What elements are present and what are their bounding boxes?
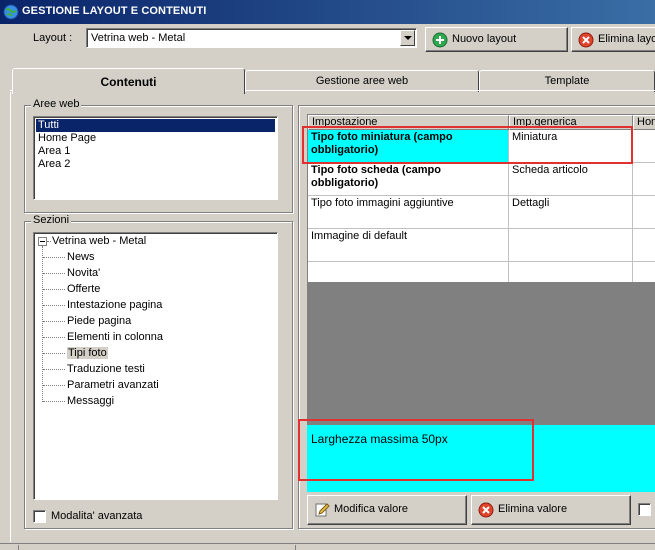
- setting-value-cell[interactable]: Dettagli: [509, 196, 633, 229]
- tree-item-label: Intestazione pagina: [67, 299, 163, 311]
- delete-value-label: Elimina valore: [498, 503, 568, 515]
- list-item[interactable]: Area 1: [36, 145, 70, 158]
- aree-web-list[interactable]: Tutti Home Page Area 1 Area 2: [33, 116, 278, 200]
- column-header[interactable]: Hom: [633, 115, 655, 130]
- delete-circle-icon: [478, 502, 494, 518]
- new-layout-button[interactable]: Nuovo layout: [425, 27, 568, 52]
- list-item[interactable]: Home Page: [36, 132, 96, 145]
- app-globe-icon: [3, 4, 19, 20]
- tree-item-traduzione-testi[interactable]: Traduzione testi: [67, 361, 145, 377]
- tab-contenuti[interactable]: Contenuti: [12, 68, 245, 94]
- extra-checkbox[interactable]: [638, 503, 651, 516]
- setting-name-cell[interactable]: Tipo foto immagini aggiuntive: [308, 196, 509, 229]
- sezioni-tree[interactable]: Vetrina web - Metal News Novita' Offerte…: [33, 232, 278, 500]
- status-bar: [0, 543, 655, 550]
- row-highlight-box: [302, 126, 633, 164]
- tree-root-label: Vetrina web - Metal: [52, 235, 147, 247]
- setting-home-cell[interactable]: [633, 229, 655, 262]
- edit-value-label: Modifica valore: [334, 503, 408, 515]
- tab-template-label: Template: [544, 75, 590, 87]
- tree-item-messaggi[interactable]: Messaggi: [67, 393, 114, 409]
- sezioni-label: Sezioni: [31, 214, 72, 226]
- chevron-down-icon[interactable]: [400, 30, 415, 46]
- tree-item-novita[interactable]: Novita': [67, 265, 100, 281]
- title-bar: GESTIONE LAYOUT E CONTENUTI: [0, 0, 655, 24]
- tree-item-label: News: [67, 251, 95, 263]
- setting-home-cell[interactable]: [633, 196, 655, 229]
- tree-item-label: Piede pagina: [67, 315, 132, 327]
- delete-value-button[interactable]: Elimina valore: [471, 495, 631, 525]
- tree-item-label: Messaggi: [67, 395, 115, 407]
- plus-circle-icon: [432, 32, 448, 47]
- tree-item-parametri-avanzati[interactable]: Parametri avanzati: [67, 377, 159, 393]
- tree-root[interactable]: Vetrina web - Metal: [52, 233, 146, 249]
- tab-gestione-aree-web[interactable]: Gestione aree web: [245, 70, 479, 92]
- advanced-mode-label: Modalita' avanzata: [51, 510, 143, 522]
- setting-name-cell[interactable]: Tipo foto scheda (campo obbligatorio): [308, 163, 509, 196]
- edit-icon: [315, 503, 330, 517]
- setting-home-cell[interactable]: [633, 130, 655, 163]
- delete-circle-icon: [578, 32, 594, 47]
- grid-empty-area: [307, 282, 655, 424]
- layout-select[interactable]: Vetrina web - Metal: [86, 28, 417, 48]
- setting-value-cell[interactable]: Scheda articolo: [509, 163, 633, 196]
- setting-value-cell[interactable]: [509, 262, 633, 282]
- tree-item-intestazione-pagina[interactable]: Intestazione pagina: [67, 297, 162, 313]
- setting-home-cell[interactable]: [633, 262, 655, 282]
- tree-item-tipi-foto[interactable]: Tipi foto: [67, 345, 108, 361]
- edit-value-button[interactable]: Modifica valore: [307, 495, 467, 525]
- tree-item-label: Elementi in colonna: [67, 331, 164, 343]
- tree-item-label: Tipi foto: [67, 347, 108, 359]
- tree-item-offerte[interactable]: Offerte: [67, 281, 100, 297]
- layout-select-value: Vetrina web - Metal: [91, 32, 186, 44]
- list-item[interactable]: Tutti: [36, 119, 275, 132]
- setting-value-cell[interactable]: [509, 229, 633, 262]
- tab-gestione-aree-web-label: Gestione aree web: [315, 75, 409, 87]
- tree-item-news[interactable]: News: [67, 249, 95, 265]
- description-highlight-box: [298, 419, 534, 481]
- tree-item-label: Offerte: [67, 283, 101, 295]
- tab-contenuti-label: Contenuti: [100, 75, 157, 89]
- tree-item-label: Novita': [67, 267, 101, 279]
- layout-label: Layout :: [33, 32, 73, 44]
- tree-item-elementi-in-colonna[interactable]: Elementi in colonna: [67, 329, 163, 345]
- window-title: GESTIONE LAYOUT E CONTENUTI: [22, 5, 207, 17]
- tab-template[interactable]: Template: [479, 70, 655, 92]
- setting-name-cell[interactable]: Immagine di default: [308, 229, 509, 262]
- aree-web-label: Aree web: [31, 98, 82, 110]
- collapse-icon[interactable]: [38, 237, 47, 246]
- tree-item-label: Traduzione testi: [67, 363, 145, 375]
- setting-name-cell[interactable]: [308, 262, 509, 282]
- delete-layout-button[interactable]: Elimina layout: [571, 27, 655, 52]
- new-layout-label: Nuovo layout: [452, 32, 517, 45]
- tree-item-label: Parametri avanzati: [67, 379, 159, 391]
- setting-home-cell[interactable]: [633, 163, 655, 196]
- list-item[interactable]: Area 2: [36, 158, 70, 171]
- status-divider: [295, 545, 296, 550]
- advanced-mode-checkbox[interactable]: [33, 510, 46, 523]
- delete-layout-label: Elimina layout: [598, 32, 655, 45]
- status-divider: [18, 545, 19, 550]
- tree-item-piede-pagina[interactable]: Piede pagina: [67, 313, 131, 329]
